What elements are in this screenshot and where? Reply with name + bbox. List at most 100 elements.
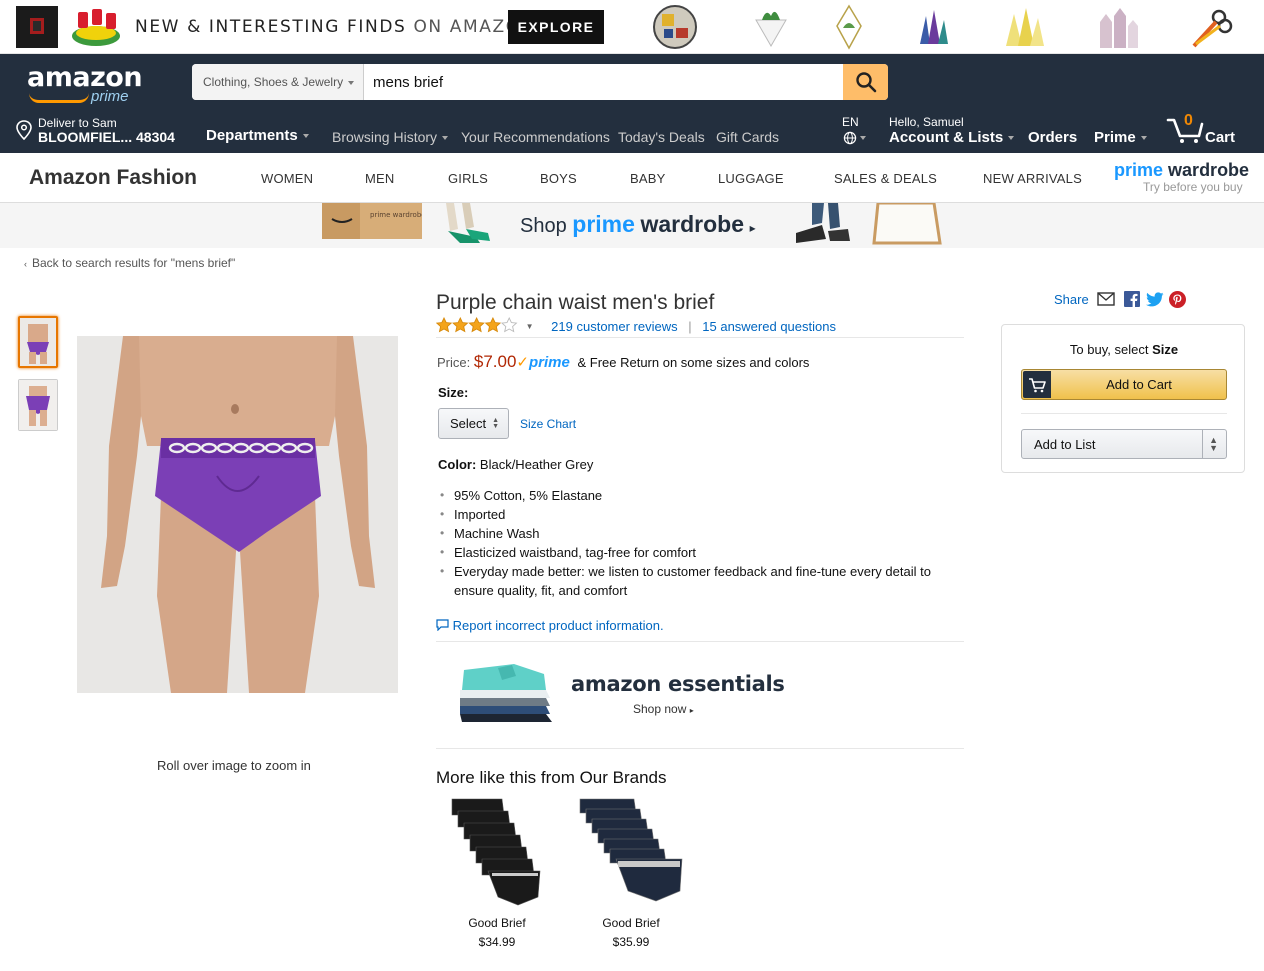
brand-product-price: $35.99	[612, 935, 650, 949]
divider	[436, 641, 964, 642]
feature-bullets: 95% Cotton, 5% Elastane Imported Machine…	[438, 486, 958, 600]
amazon-prime-logo[interactable]: amazon prime	[27, 62, 147, 106]
banner-text: Shop prime wardrobe ▸	[520, 211, 756, 237]
speech-bubble-icon	[436, 619, 449, 632]
crystal-cluster-thumbnail-icon[interactable]	[910, 4, 956, 50]
orders-link[interactable]: Orders	[1028, 129, 1077, 146]
folded-shirts-image	[460, 664, 552, 722]
fashion-subnav: Amazon Fashion WOMEN MEN GIRLS BOYS BABY…	[0, 153, 1264, 203]
size-select[interactable]: Select ▲ ▼	[438, 408, 509, 439]
chevron-down-icon	[302, 134, 309, 139]
add-to-list-button[interactable]: Add to List ▲ ▼	[1021, 429, 1227, 459]
list-item: Imported	[438, 505, 958, 524]
fashion-nav-boys[interactable]: BOYS	[540, 171, 577, 186]
share-link[interactable]: Share	[1054, 292, 1089, 307]
departments-menu[interactable]: Departments	[206, 127, 309, 144]
buy-hint: To buy, select Size	[1069, 342, 1179, 357]
customer-reviews-link[interactable]: 219 customer reviews	[551, 319, 677, 334]
facebook-icon[interactable]	[1124, 291, 1140, 307]
search-input[interactable]	[364, 64, 843, 100]
fashion-nav-sales-deals[interactable]: SALES & DEALS	[834, 171, 937, 186]
star-rating[interactable]	[435, 316, 518, 336]
chevron-down-icon[interactable]: ▼	[526, 322, 534, 331]
brand-product-name: Good Brief	[468, 916, 526, 930]
cart-icon	[1023, 371, 1051, 398]
mens-shoes-image	[796, 203, 850, 243]
account-and-lists-menu[interactable]: Hello, Samuel Account & Lists	[889, 115, 1015, 149]
twitter-icon[interactable]	[1146, 292, 1164, 307]
price-value: $7.00	[473, 352, 517, 371]
prime-badge: prime	[528, 354, 570, 371]
star-filled-icon	[468, 316, 485, 333]
quartz-points-thumbnail-icon[interactable]	[1094, 4, 1142, 50]
pool-float-thumbnail-icon[interactable]	[68, 4, 124, 50]
share-row: Share	[1054, 292, 1089, 307]
color-row: Color: Black/Heather Grey	[438, 457, 594, 472]
image-thumbnail-2[interactable]	[18, 379, 58, 431]
report-info-link[interactable]: Report incorrect product information.	[436, 618, 664, 633]
essentials-title: amazon essentials	[571, 672, 785, 696]
nav-gift-cards[interactable]: Gift Cards	[716, 129, 779, 145]
cart-button[interactable]: Cart	[1166, 114, 1240, 148]
brief-pack-image	[579, 798, 683, 902]
planter-thumbnail-icon[interactable]	[748, 4, 794, 50]
shop-now-link[interactable]: Shop now ▸	[633, 702, 694, 716]
star-filled-icon	[435, 316, 453, 333]
fashion-nav-baby[interactable]: BABY	[630, 171, 665, 186]
list-item: 95% Cotton, 5% Elastane	[438, 486, 958, 505]
star-empty-icon	[500, 316, 518, 333]
location-pin-icon	[16, 120, 32, 140]
nav-your-recommendations[interactable]: Your Recommendations	[461, 129, 610, 145]
prime-wardrobe-banner[interactable]: prime wardrobe Shop prime wardrobe ▸	[0, 203, 1264, 248]
size-chart-link[interactable]: Size Chart	[520, 417, 576, 431]
explore-button[interactable]: EXPLORE	[508, 10, 604, 44]
svg-text:prime wardrobe: prime wardrobe	[370, 211, 422, 219]
rating-row: ▼ 219 customer reviews | 15 answered que…	[435, 316, 836, 336]
language-selector[interactable]: EN	[842, 115, 874, 147]
add-to-cart-button[interactable]: Add to Cart	[1021, 369, 1227, 400]
fashion-nav-luggage[interactable]: LUGGAGE	[718, 171, 784, 186]
cart-count: 0	[1184, 112, 1193, 129]
breadcrumb[interactable]: ‹ Back to search results for "mens brief"	[24, 256, 235, 270]
scissors-thumbnail-icon[interactable]	[1188, 4, 1234, 50]
size-label: Size:	[438, 385, 469, 400]
citrine-crystal-thumbnail-icon[interactable]	[1000, 4, 1048, 50]
fashion-nav-men[interactable]: MEN	[365, 171, 395, 186]
search-button[interactable]	[843, 64, 888, 100]
chevron-left-icon: ‹	[24, 259, 27, 269]
promo-text: NEW & INTERESTING FINDS ON AMAZON	[135, 17, 536, 37]
list-item: Machine Wash	[438, 524, 958, 543]
search-category-dropdown[interactable]: Clothing, Shoes & Jewelry	[192, 64, 364, 100]
promo-strip[interactable]: NEW & INTERESTING FINDS ON AMAZON EXPLOR…	[0, 0, 1264, 54]
image-thumbnail-1[interactable]	[18, 316, 58, 368]
brand-product-price: $34.99	[478, 935, 516, 949]
email-icon[interactable]	[1097, 292, 1115, 306]
nav-browsing-history[interactable]: Browsing History	[332, 129, 449, 145]
prime-menu[interactable]: Prime	[1094, 129, 1147, 146]
list-item: Everyday made better: we listen to custo…	[438, 562, 958, 600]
nav-todays-deals[interactable]: Today's Deals	[618, 129, 705, 145]
hanging-terrarium-thumbnail-icon[interactable]	[826, 4, 872, 50]
clock-thumbnail-icon[interactable]	[652, 4, 698, 50]
fashion-nav-women[interactable]: WOMEN	[261, 171, 313, 186]
fashion-nav-girls[interactable]: GIRLS	[448, 171, 488, 186]
chevron-down-icon	[1008, 136, 1015, 141]
fashion-nav-new-arrivals[interactable]: NEW ARRIVALS	[983, 171, 1082, 186]
pinterest-icon[interactable]	[1169, 291, 1186, 308]
amazon-fashion-title[interactable]: Amazon Fashion	[29, 166, 197, 190]
buy-box: To buy, select Size Add to Cart Add to L…	[1001, 324, 1245, 473]
chevron-down-icon	[860, 136, 866, 140]
pillow-thumbnail-icon[interactable]	[14, 4, 60, 50]
product-main-image[interactable]	[77, 336, 398, 693]
answered-questions-link[interactable]: 15 answered questions	[702, 319, 836, 334]
prime-wardrobe-box-image: prime wardrobe	[322, 203, 422, 239]
product-title: Purple chain waist men's brief	[436, 291, 715, 314]
prime-check-icon: ✓	[516, 354, 529, 371]
brief-pack-image	[451, 798, 541, 906]
search-icon	[855, 72, 876, 93]
brand-product-name: Good Brief	[602, 916, 660, 930]
main-nav: amazon prime Clothing, Shoes & Jewelry D…	[0, 54, 1264, 153]
star-filled-icon	[484, 316, 502, 333]
select-arrows-icon[interactable]: ▲ ▼	[1209, 436, 1218, 453]
chevron-down-icon	[1140, 136, 1147, 141]
